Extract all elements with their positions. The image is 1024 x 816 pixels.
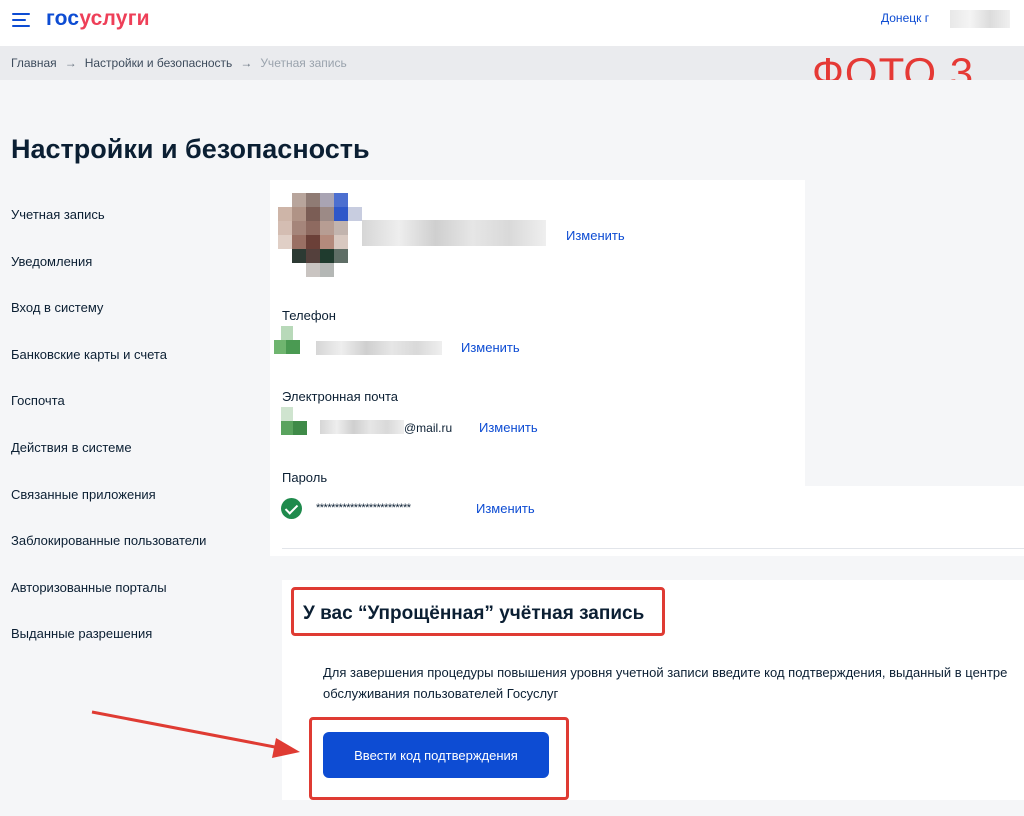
annotation-arrow-icon <box>91 710 300 758</box>
